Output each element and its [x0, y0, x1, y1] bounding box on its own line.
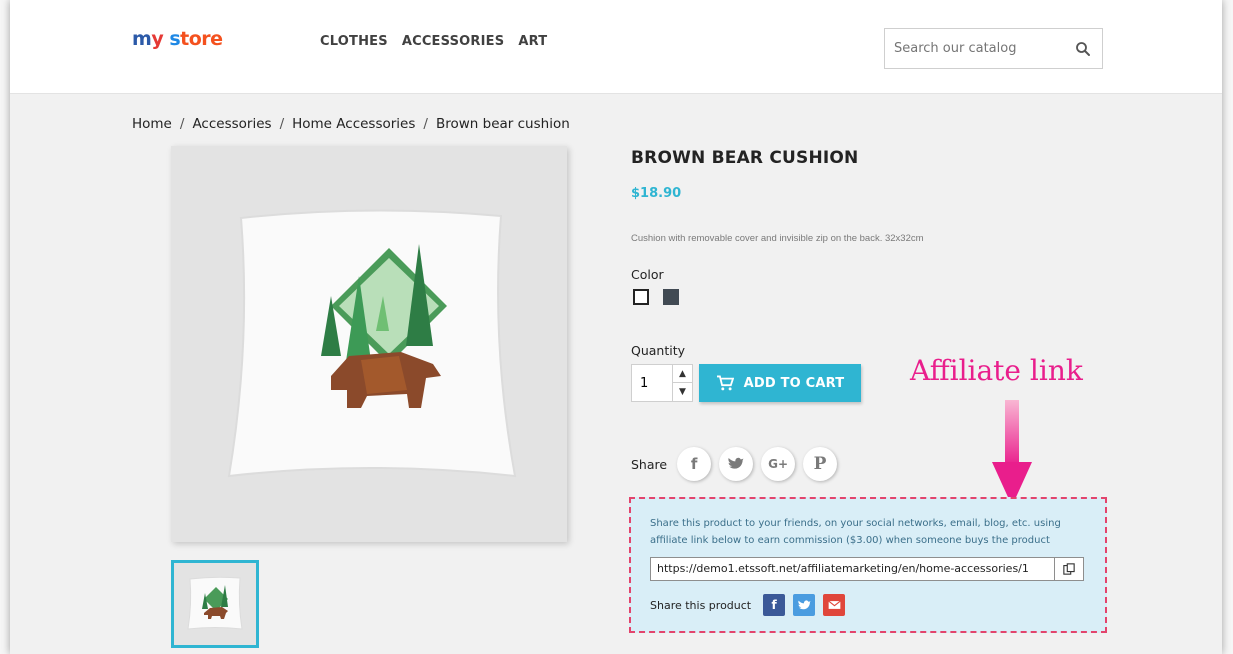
logo-letter-s: s	[169, 28, 181, 50]
chevron-down-icon: ▼	[679, 387, 686, 397]
share-pinterest-button[interactable]: P	[803, 447, 838, 481]
color-label: Color	[631, 267, 664, 282]
share-facebook-button[interactable]: f	[677, 447, 712, 481]
email-icon	[827, 600, 841, 609]
product-price: $18.90	[631, 186, 682, 201]
affiliate-description: Share this product to your friends, on y…	[650, 518, 1061, 546]
search-box	[884, 28, 1103, 69]
color-swatch-grey[interactable]	[663, 289, 679, 305]
nav-item-clothes[interactable]: CLOTHES	[320, 34, 388, 49]
affiliate-share-row: Share this product f	[650, 594, 846, 616]
affiliate-link-box: Share this product to your friends, on y…	[629, 497, 1107, 633]
affiliate-share-label: Share this product	[650, 598, 752, 612]
quantity-label: Quantity	[631, 343, 686, 358]
share-label: Share	[631, 456, 668, 472]
pinterest-icon: P	[813, 454, 827, 474]
quantity-up-button[interactable]: ▲	[672, 365, 692, 383]
product-title: BROWN BEAR CUSHION	[631, 148, 859, 168]
twitter-icon	[728, 457, 744, 469]
copy-icon	[1063, 563, 1075, 575]
main-nav: CLOTHES ACCESSORIES ART	[320, 34, 547, 49]
breadcrumb-home[interactable]: Home	[132, 116, 172, 132]
search-input[interactable]	[885, 29, 1055, 68]
affiliate-twitter-button[interactable]	[793, 594, 816, 616]
arrow-down-icon	[992, 400, 1032, 506]
cushion-illustration	[227, 209, 517, 478]
quantity-stepper: ▲ ▼	[631, 364, 693, 402]
chevron-up-icon: ▲	[679, 368, 686, 379]
product-thumbnail[interactable]	[171, 560, 259, 648]
nav-item-accessories[interactable]: ACCESSORIES	[402, 34, 505, 49]
facebook-icon: f	[771, 598, 777, 612]
quantity-input[interactable]	[632, 365, 668, 401]
affiliate-email-button[interactable]	[823, 594, 846, 616]
breadcrumb: Home / Accessories / Home Accessories / Brown …	[132, 116, 570, 132]
logo-letters-tore: tore	[180, 28, 223, 50]
share-row: Share f G+ P	[631, 447, 838, 481]
thumbnail-illustration	[187, 576, 243, 630]
add-to-cart-button[interactable]: ADD TO CART	[699, 364, 861, 402]
breadcrumb-home-accessories[interactable]: Home Accessories	[292, 116, 415, 132]
product-description: Cushion with removable cover and invisib…	[631, 233, 924, 244]
affiliate-annotation: Affiliate link	[910, 354, 1083, 387]
breadcrumb-current: Brown bear cushion	[435, 116, 570, 132]
color-swatch-white[interactable]	[633, 289, 649, 305]
search-icon[interactable]	[1074, 40, 1092, 58]
affiliate-link-field[interactable]: https://demo1.etssoft.net/affiliatemarke…	[650, 557, 1082, 581]
logo-letter-y: y	[151, 28, 170, 50]
breadcrumb-accessories[interactable]: Accessories	[192, 116, 271, 132]
cart-icon	[716, 375, 734, 391]
affiliate-facebook-button[interactable]: f	[763, 594, 786, 616]
quantity-down-button[interactable]: ▼	[672, 383, 692, 401]
copy-link-button[interactable]	[1054, 557, 1084, 581]
product-image[interactable]	[171, 146, 567, 542]
facebook-icon: f	[690, 455, 698, 473]
logo-letter-m: m	[132, 28, 152, 50]
site-header: my store CLOTHES ACCESSORIES ART	[10, 0, 1222, 94]
share-twitter-button[interactable]	[719, 447, 754, 481]
googleplus-icon: G+	[768, 457, 789, 471]
twitter-icon	[797, 599, 811, 609]
browser-frame: my store CLOTHES ACCESSORIES ART Home/Ac…	[10, 0, 1222, 654]
store-logo[interactable]: my store	[132, 28, 223, 50]
nav-item-art[interactable]: ART	[518, 34, 547, 49]
add-to-cart-label: ADD TO CART	[743, 375, 845, 391]
share-googleplus-button[interactable]: G+	[761, 447, 796, 481]
